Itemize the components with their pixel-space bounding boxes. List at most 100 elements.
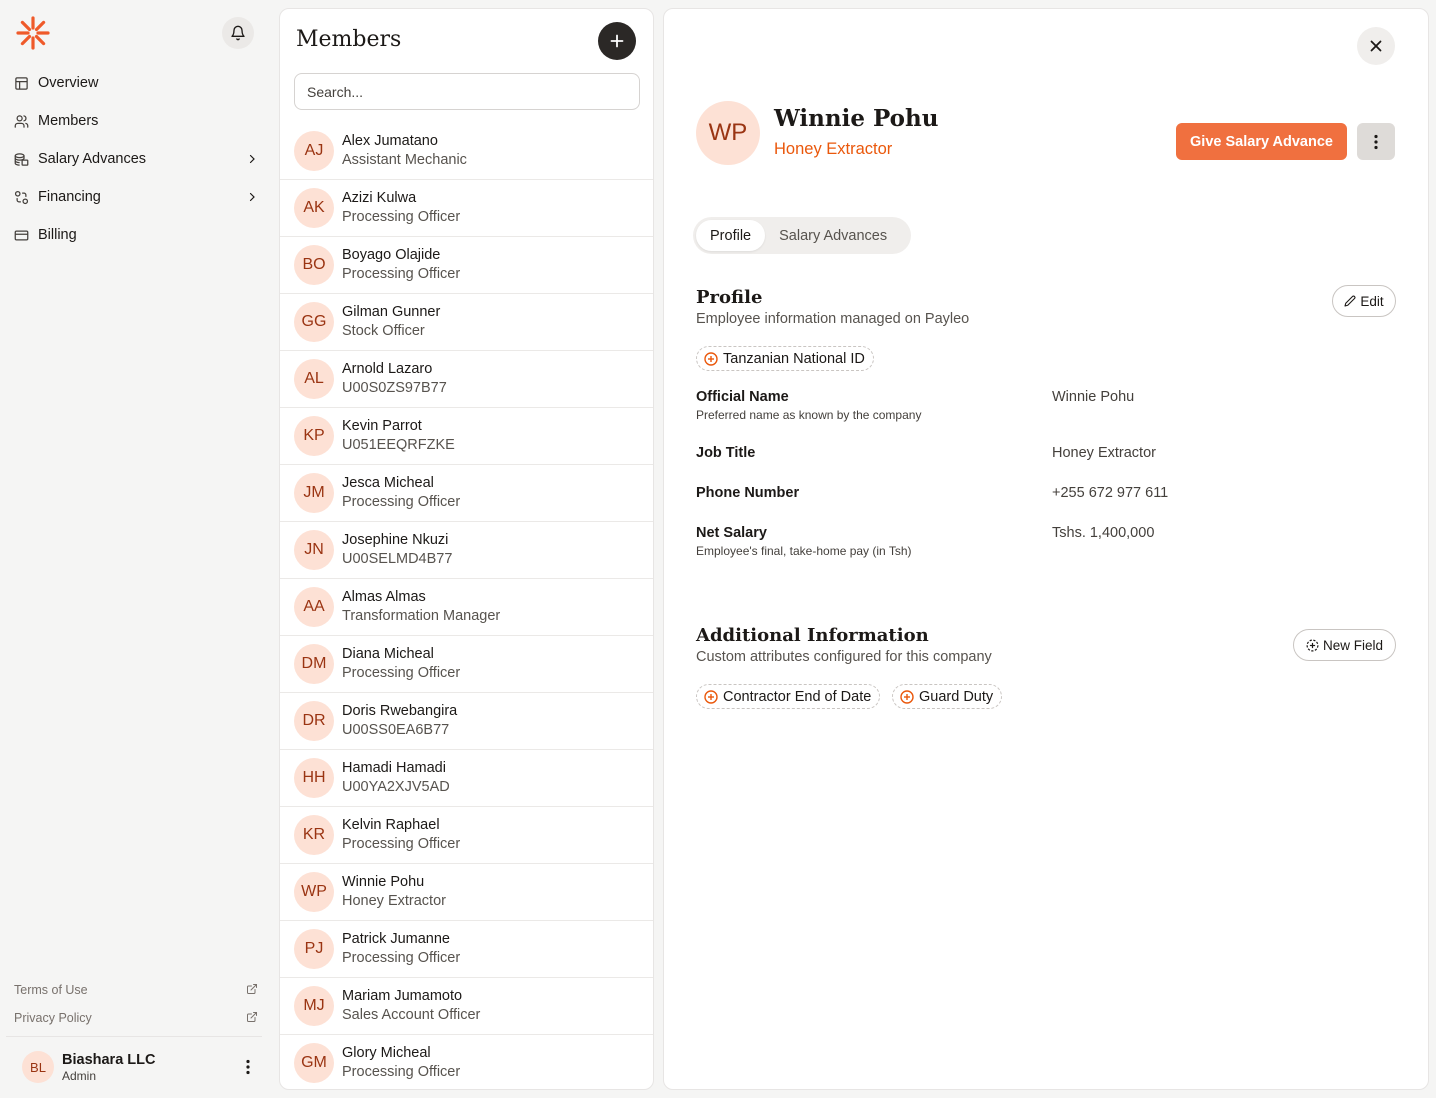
member-name: Kevin Parrot	[342, 418, 422, 434]
member-role: Honey Extractor	[342, 893, 446, 909]
avatar: BO	[294, 245, 334, 285]
list-item[interactable]: GG Gilman Gunner Stock Officer	[280, 294, 653, 351]
sidebar-item-label: Salary Advances	[38, 151, 147, 167]
add-attribute-chip[interactable]: Tanzanian National ID	[696, 346, 874, 371]
avatar: BL	[22, 1051, 54, 1083]
member-role: U00YA2XJV5AD	[342, 779, 450, 795]
tab-salary-advances[interactable]: Salary Advances	[765, 220, 901, 251]
plus-circle-icon	[704, 351, 718, 366]
list-item[interactable]: AA Almas Almas Transformation Manager	[280, 579, 653, 636]
sidebar-item-label: Overview	[38, 75, 99, 91]
chip-label: Tanzanian National ID	[723, 350, 865, 367]
avatar: MJ	[294, 986, 334, 1026]
asterisk-logo-icon[interactable]	[14, 14, 52, 52]
cycle-icon	[14, 190, 38, 205]
member-role: U051EEQRFZKE	[342, 437, 455, 453]
list-item[interactable]: DR Doris Rwebangira U00SS0EA6B77	[280, 693, 653, 750]
plus-icon	[610, 34, 624, 48]
list-item[interactable]: GM Glory Micheal Processing Officer	[280, 1035, 653, 1089]
member-detail-panel: WP Winnie Pohu Honey Extractor Give Sala…	[663, 8, 1429, 1090]
more-vertical-icon	[1374, 134, 1378, 149]
privacy-policy-link[interactable]: Privacy Policy	[14, 1004, 258, 1032]
member-name: Mariam Jumamoto	[342, 988, 463, 1004]
bell-icon[interactable]	[222, 17, 254, 49]
field-label-job-title: Job Title	[696, 445, 756, 461]
field-label-phone-number: Phone Number	[696, 485, 800, 501]
member-role: Processing Officer	[342, 836, 461, 852]
list-item[interactable]: AL Arnold Lazaro U00S0ZS97B77	[280, 351, 653, 408]
member-name: Arnold Lazaro	[342, 361, 433, 377]
section-title: Additional Information	[696, 625, 929, 646]
footer-links: Terms of Use Privacy Policy	[14, 976, 258, 1032]
avatar: AJ	[294, 131, 334, 171]
add-attribute-chip[interactable]: Guard Duty	[892, 684, 1003, 709]
edit-button[interactable]: Edit	[1332, 285, 1396, 317]
external-link-icon	[246, 983, 258, 998]
close-icon	[1370, 40, 1382, 52]
account-name: Biashara LLC	[62, 1051, 156, 1068]
plus-circle-dashed-icon	[1306, 639, 1319, 651]
list-item[interactable]: KP Kevin Parrot U051EEQRFZKE	[280, 408, 653, 465]
list-item[interactable]: MJ Mariam Jumamoto Sales Account Officer	[280, 978, 653, 1035]
sidebar-item-overview[interactable]: Overview	[14, 64, 258, 102]
pencil-icon	[1344, 295, 1356, 307]
list-item[interactable]: HH Hamadi Hamadi U00YA2XJV5AD	[280, 750, 653, 807]
member-name: Josephine Nkuzi	[342, 532, 449, 548]
member-name: Boyago Olajide	[342, 247, 441, 263]
sidebar-item-billing[interactable]: Billing	[14, 216, 258, 254]
sidebar-item-label: Financing	[38, 189, 101, 205]
member-role: Sales Account Officer	[342, 1007, 481, 1023]
field-label-official-name: Official Name	[696, 389, 789, 405]
member-name: Alex Jumatano	[342, 133, 438, 149]
avatar: KP	[294, 416, 334, 456]
avatar: JM	[294, 473, 334, 513]
field-value-phone-number: +255 672 977 611	[1052, 485, 1169, 501]
list-item[interactable]: KR Kelvin Raphael Processing Officer	[280, 807, 653, 864]
chip-label: Guard Duty	[919, 688, 994, 705]
sidebar-item-financing[interactable]: Financing	[14, 178, 258, 216]
sidebar-item-label: Billing	[38, 227, 77, 243]
avatar: DM	[294, 644, 334, 684]
close-button[interactable]	[1357, 27, 1395, 65]
list-item[interactable]: AJ Alex Jumatano Assistant Mechanic	[280, 123, 653, 180]
sidebar-item-members[interactable]: Members	[14, 102, 258, 140]
list-item[interactable]: BO Boyago Olajide Processing Officer	[280, 237, 653, 294]
avatar: GM	[294, 1043, 334, 1083]
sidebar-item-salary-advances[interactable]: Salary Advances	[14, 140, 258, 178]
list-item[interactable]: AK Azizi Kulwa Processing Officer	[280, 180, 653, 237]
account-switcher[interactable]: BL Biashara LLC Admin	[22, 1050, 258, 1084]
page-title: Members	[296, 27, 402, 52]
avatar: KR	[294, 815, 334, 855]
layout-icon	[14, 76, 38, 91]
section-subtitle: Custom attributes configured for this co…	[696, 649, 992, 665]
terms-of-use-link[interactable]: Terms of Use	[14, 976, 258, 1004]
tab-bar: Profile Salary Advances	[693, 217, 911, 254]
users-icon	[14, 114, 38, 129]
more-vertical-icon[interactable]	[238, 1059, 258, 1075]
list-item[interactable]: PJ Patrick Jumanne Processing Officer	[280, 921, 653, 978]
more-options-button[interactable]	[1357, 123, 1395, 160]
avatar: GG	[294, 302, 334, 342]
search-input[interactable]	[294, 73, 640, 110]
add-member-button[interactable]	[598, 22, 636, 60]
new-field-button[interactable]: New Field	[1293, 629, 1396, 661]
list-item[interactable]: JN Josephine Nkuzi U00SELMD4B77	[280, 522, 653, 579]
field-hint: Preferred name as known by the company	[696, 408, 922, 422]
list-item[interactable]: WP Winnie Pohu Honey Extractor	[280, 864, 653, 921]
coins-icon	[14, 152, 38, 167]
avatar: JN	[294, 530, 334, 570]
member-role: Processing Officer	[342, 950, 461, 966]
sidebar-nav: Overview Members Salary Advances Financi…	[14, 64, 258, 254]
member-name: Diana Micheal	[342, 646, 434, 662]
chevron-right-icon	[244, 153, 258, 165]
list-item[interactable]: JM Jesca Micheal Processing Officer	[280, 465, 653, 522]
member-list: AJ Alex Jumatano Assistant Mechanic AK Aziz…	[280, 123, 653, 1089]
tab-profile[interactable]: Profile	[696, 220, 766, 251]
credit-card-icon	[14, 228, 38, 243]
divider	[6, 1036, 262, 1037]
list-item[interactable]: DM Diana Micheal Processing Officer	[280, 636, 653, 693]
member-name: Gilman Gunner	[342, 304, 441, 320]
add-attribute-chip[interactable]: Contractor End of Date	[696, 684, 881, 709]
member-role: U00SS0EA6B77	[342, 722, 450, 738]
give-salary-advance-button[interactable]: Give Salary Advance	[1176, 123, 1347, 160]
